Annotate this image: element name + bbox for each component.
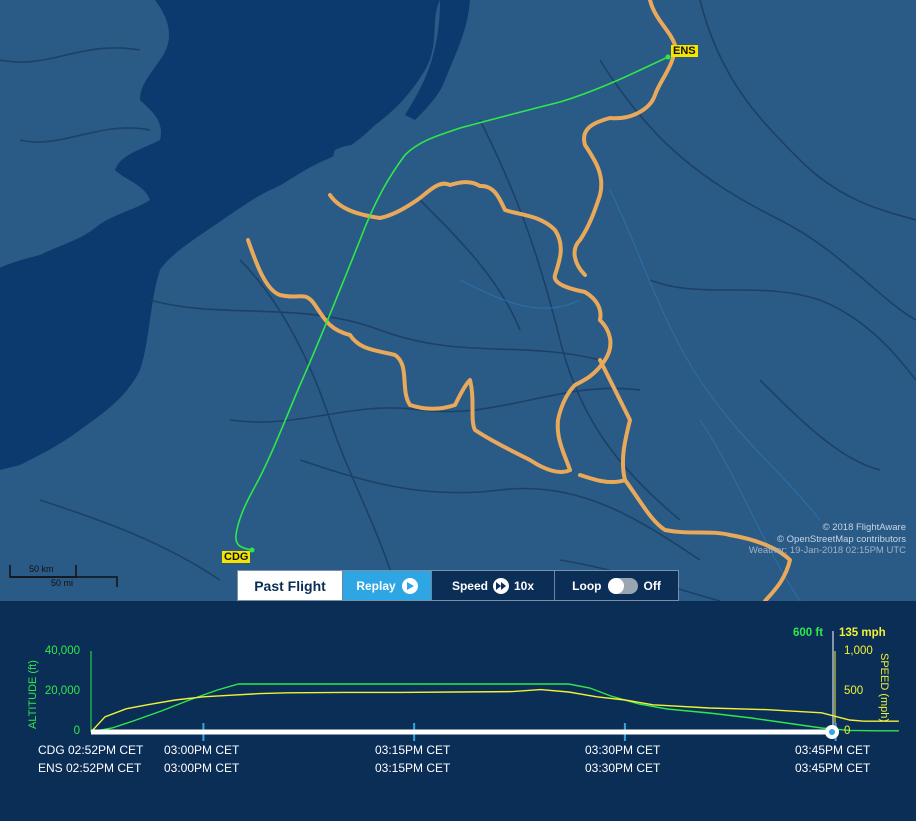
altitude-tick-40000: 40,000: [44, 645, 80, 657]
zeeland-islands: [333, 144, 400, 193]
toggle-knob: [607, 577, 624, 594]
time-label-ens-1530: 03:30PM CET: [585, 761, 661, 775]
speed-button[interactable]: Speed 10x: [432, 571, 555, 600]
flight-map[interactable]: CDG ENS © 2018 FlightAware © OpenStreetM…: [0, 0, 916, 601]
altitude-axis-label: ALTITUDE (ft): [27, 660, 39, 729]
loop-label: Loop: [572, 578, 602, 593]
past-flight-tab[interactable]: Past Flight: [238, 571, 343, 600]
flightaware-credit: © 2018 FlightAware: [822, 522, 906, 533]
current-altitude-readout: 600 ft: [793, 627, 824, 639]
speed-tick-500: 500: [844, 685, 864, 697]
altitude-tick-0: 0: [73, 725, 80, 737]
loop-state: Off: [643, 578, 661, 593]
time-label-ens-1500: 03:00PM CET: [164, 761, 240, 775]
border-france-belgium: [246, 238, 572, 474]
time-label-cdg-start: CDG 02:52PM CET: [38, 743, 144, 757]
speed-series-line: [90, 688, 899, 733]
scale-bar: 50 km 50 mi: [9, 564, 118, 588]
speed-tick-1000: 1,000: [844, 645, 873, 657]
past-flight-label: Past Flight: [254, 577, 326, 594]
time-label-cdg-1500: 03:00PM CET: [164, 743, 240, 757]
border-belgium-netherlands: [328, 180, 603, 322]
border-belgium-germany: [555, 318, 613, 472]
time-label-ens-1545: 03:45PM CET: [795, 761, 871, 775]
replay-label: Replay: [356, 578, 396, 593]
graph-canvas: ALTITUDE (ft) SPEED (mph): [27, 631, 899, 741]
destination-marker: [665, 54, 671, 60]
time-label-cdg-1545: 03:45PM CET: [795, 743, 871, 757]
replay-button[interactable]: Replay: [343, 571, 432, 600]
current-speed-readout: 135 mph: [839, 627, 886, 639]
loop-toggle[interactable]: Loop Off: [555, 571, 678, 600]
map-credits: © 2018 FlightAware © OpenStreetMap contr…: [749, 522, 906, 557]
scale-mi-label: 50 mi: [51, 578, 73, 588]
osm-credit[interactable]: © OpenStreetMap contributors: [749, 534, 906, 546]
loop-switch[interactable]: [607, 577, 638, 594]
weather-timestamp: Weather: 19-Jan-2018 02:15PM UTC: [748, 545, 906, 556]
time-label-ens-1515: 03:15PM CET: [375, 761, 451, 775]
playback-controls: Past Flight Replay Speed 10x Loop Off: [237, 570, 679, 601]
scrubber-center: [829, 729, 835, 735]
speed-tick-0: 0: [844, 725, 851, 737]
map-canvas: [0, 0, 916, 601]
speed-label: Speed: [451, 578, 488, 593]
fast-forward-icon: [492, 577, 509, 594]
speed-value: 10x: [513, 578, 535, 593]
play-icon: [401, 577, 418, 594]
time-label-ens-start: ENS 02:52PM CET: [38, 761, 142, 775]
destination-airport-label[interactable]: ENS: [671, 45, 698, 57]
time-label-cdg-1515: 03:15PM CET: [375, 743, 451, 757]
altitude-tick-20000: 20,000: [44, 685, 80, 697]
speed-axis-label: SPEED (mph): [878, 653, 890, 722]
scale-km-label: 50 km: [29, 564, 54, 574]
time-label-cdg-1530: 03:30PM CET: [585, 743, 661, 757]
altitude-speed-graph[interactable]: ALTITUDE (ft) SPEED (mph) 40,000 20,000 …: [0, 601, 916, 821]
map-scale: 50 km 50 mi: [9, 563, 119, 589]
origin-airport-label[interactable]: CDG: [222, 551, 251, 563]
